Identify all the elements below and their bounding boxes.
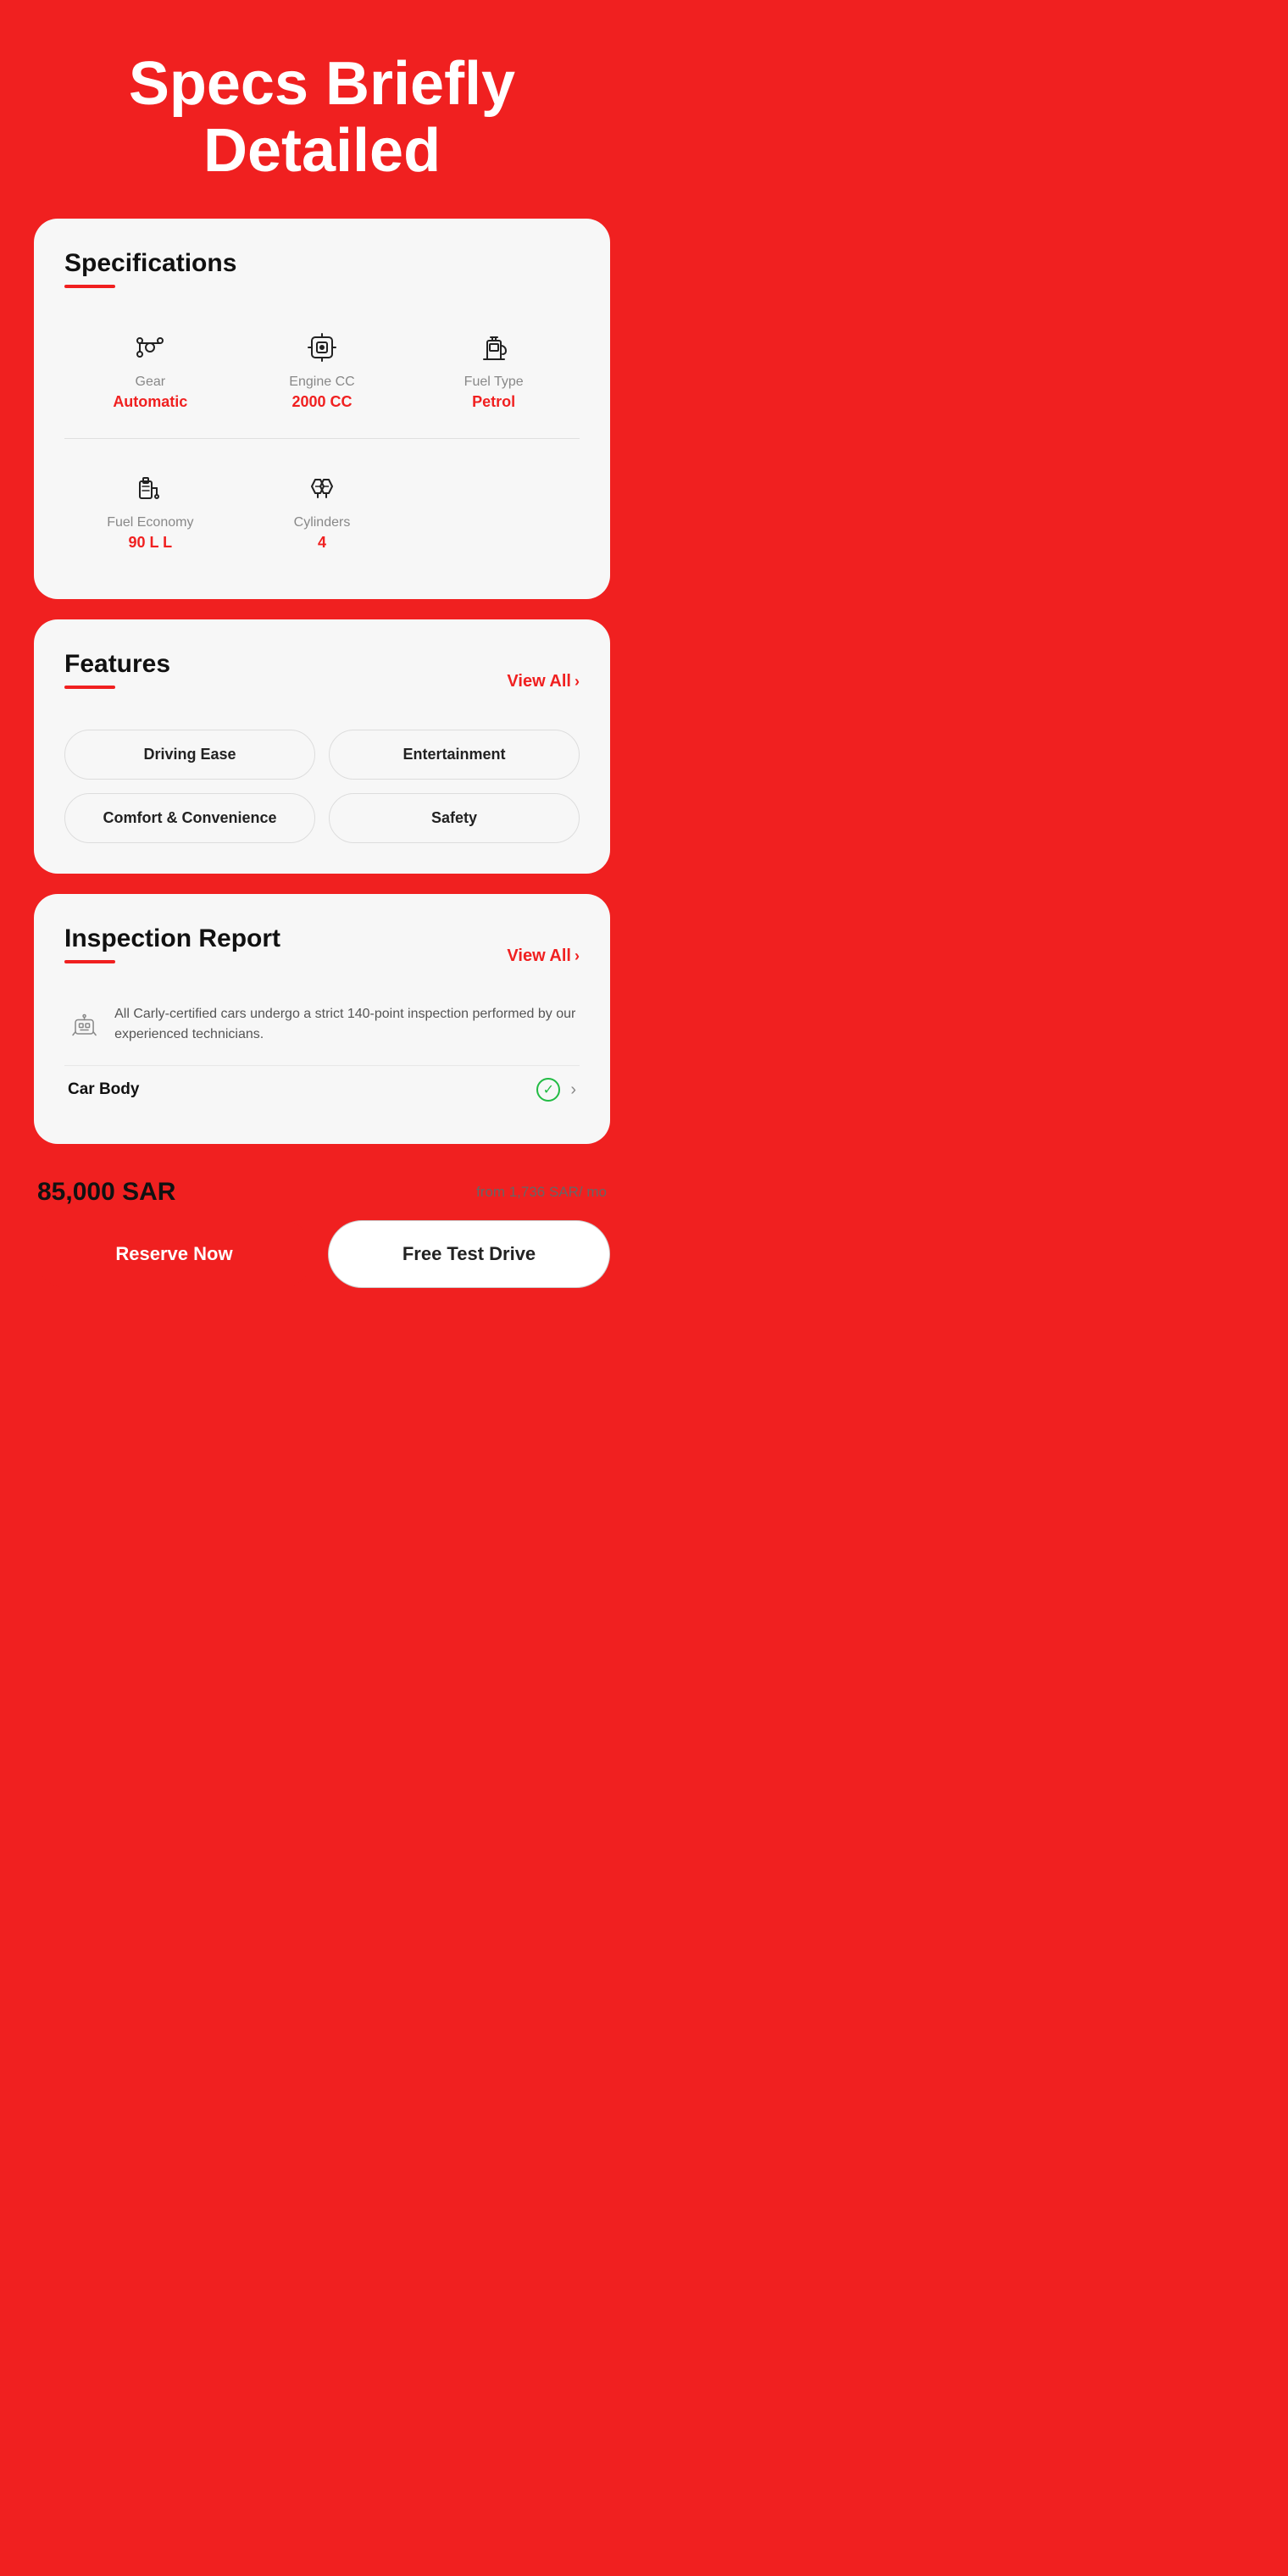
inspection-card: Inspection Report View All › All Carly-c… [34, 894, 610, 1144]
specs-divider [64, 438, 580, 439]
specs-grid-row1: Gear Automatic Engine CC 2000 CC [64, 312, 580, 428]
features-title-block: Features [64, 650, 170, 713]
feature-chip-safety[interactable]: Safety [329, 793, 580, 843]
inspection-title-block: Inspection Report [64, 924, 280, 987]
gear-icon [131, 329, 169, 366]
spec-engine-value: 2000 CC [291, 393, 352, 411]
bottom-bar: 85,000 SAR from 1,736 SAR/ mo Reserve No… [34, 1164, 610, 1288]
price-row: 85,000 SAR from 1,736 SAR/ mo [34, 1164, 610, 1220]
spec-cylinders-label: Cylinders [294, 515, 351, 530]
price-monthly: from 1,736 SAR/ mo [476, 1184, 607, 1201]
spec-engine-label: Engine CC [289, 375, 354, 390]
specifications-card: Specifications Gear Automatic [34, 219, 610, 599]
features-card: Features View All › Driving Ease Enterta… [34, 619, 610, 874]
fuel-type-icon [475, 329, 513, 366]
price-main: 85,000 SAR [37, 1178, 175, 1207]
spec-fuel-economy-label: Fuel Economy [107, 515, 193, 530]
features-view-all[interactable]: View All › [507, 672, 580, 691]
inspection-pass-icon: ✓ [536, 1078, 560, 1102]
inspection-row-car-body[interactable]: Car Body ✓ › [64, 1065, 580, 1113]
inspection-title-underline [64, 960, 115, 963]
spec-fuel-economy: Fuel Economy 90 L L [64, 452, 236, 569]
free-test-drive-button[interactable]: Free Test Drive [328, 1220, 610, 1288]
features-title-underline [64, 686, 115, 689]
reserve-now-button[interactable]: Reserve Now [34, 1220, 314, 1288]
inspection-info: All Carly-certified cars undergo a stric… [64, 1004, 580, 1048]
inspection-view-all[interactable]: View All › [507, 947, 580, 966]
spec-empty [408, 452, 580, 569]
spec-gear-label: Gear [136, 375, 166, 390]
cta-buttons: Reserve Now Free Test Drive [34, 1220, 610, 1288]
spec-cylinders-value: 4 [318, 534, 326, 552]
spec-fuel-economy-value: 90 L L [128, 534, 172, 552]
specs-title: Specifications [64, 249, 580, 278]
inspection-header: Inspection Report View All › [64, 924, 580, 987]
spec-engine: Engine CC 2000 CC [236, 312, 408, 428]
inspection-row-chevron-icon: › [570, 1080, 576, 1100]
page-title: Specs Briefly Detailed [0, 0, 644, 219]
features-header: Features View All › [64, 650, 580, 713]
specs-title-underline [64, 285, 115, 288]
inspection-row-right: ✓ › [536, 1078, 576, 1102]
features-grid: Driving Ease Entertainment Comfort & Con… [64, 730, 580, 843]
inspection-robot-icon [68, 1004, 101, 1048]
fuel-economy-icon [131, 469, 169, 507]
cylinders-icon [303, 469, 341, 507]
features-view-all-chevron-icon: › [575, 673, 580, 691]
feature-chip-entertainment[interactable]: Entertainment [329, 730, 580, 780]
feature-chip-comfort[interactable]: Comfort & Convenience [64, 793, 315, 843]
spec-fuel-type-value: Petrol [472, 393, 515, 411]
spec-gear: Gear Automatic [64, 312, 236, 428]
engine-icon [303, 329, 341, 366]
spec-gear-value: Automatic [113, 393, 187, 411]
spec-cylinders: Cylinders 4 [236, 452, 408, 569]
inspection-description: All Carly-certified cars undergo a stric… [114, 1004, 576, 1045]
spec-fuel-type: Fuel Type Petrol [408, 312, 580, 428]
feature-chip-driving-ease[interactable]: Driving Ease [64, 730, 315, 780]
features-view-all-label: View All [507, 672, 571, 691]
features-title: Features [64, 650, 170, 679]
inspection-view-all-label: View All [507, 947, 571, 966]
inspection-title: Inspection Report [64, 924, 280, 953]
specs-grid-row2: Fuel Economy 90 L L Cylinders 4 [64, 452, 580, 569]
inspection-car-body-label: Car Body [68, 1080, 139, 1099]
spec-fuel-type-label: Fuel Type [464, 375, 524, 390]
inspection-view-all-chevron-icon: › [575, 947, 580, 965]
